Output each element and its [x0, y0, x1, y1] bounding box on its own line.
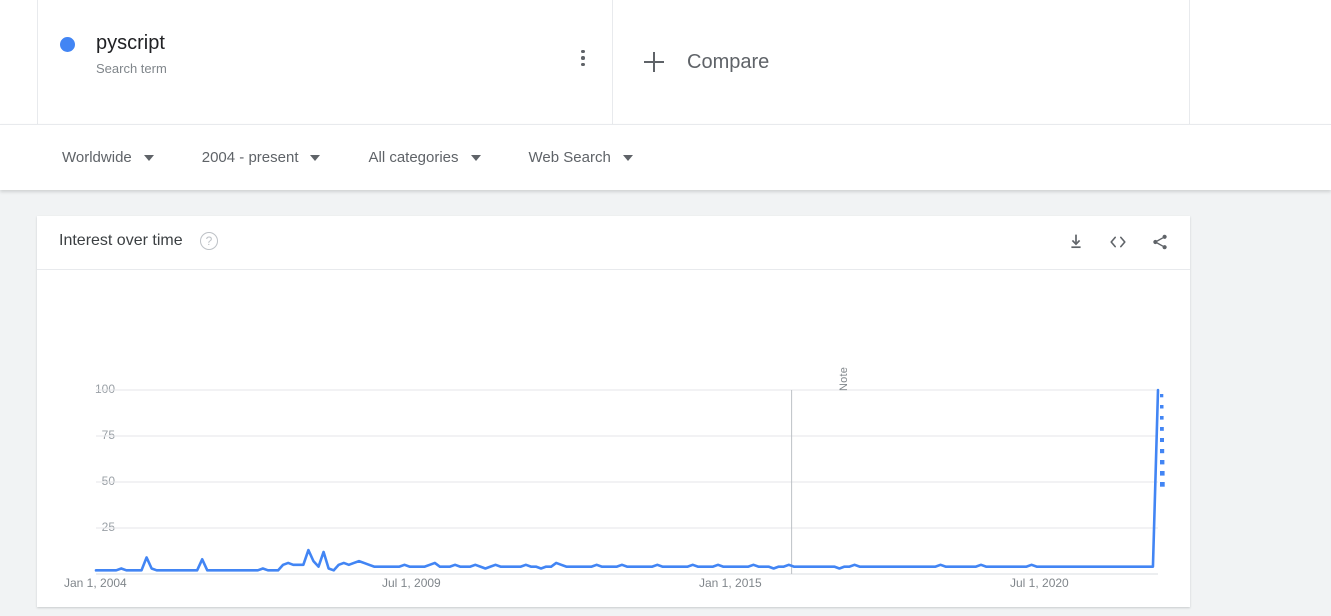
filter-search-type-label: Web Search	[528, 149, 611, 166]
search-term-texts: pyscript Search term	[96, 30, 167, 79]
search-term-name: pyscript	[96, 32, 165, 54]
interest-over-time-card: Interest over time ? 100 75 50 25 Note J…	[37, 216, 1190, 607]
filter-search-type[interactable]: Web Search	[529, 149, 633, 166]
search-term-content: pyscript Search term	[60, 30, 167, 79]
help-circle-icon[interactable]: ?	[200, 232, 218, 250]
x-tick-label: Jul 1, 2020	[1010, 576, 1069, 590]
filter-location-label: Worldwide	[62, 149, 132, 166]
search-terms-row: pyscript Search term Compare	[0, 0, 1331, 124]
series-color-dot	[60, 37, 75, 52]
filter-time-range[interactable]: 2004 - present	[202, 149, 321, 166]
x-tick-label: Jan 1, 2015	[699, 576, 762, 590]
filter-time-range-label: 2004 - present	[201, 149, 299, 166]
filter-location[interactable]: Worldwide	[62, 149, 154, 166]
add-comparison-button[interactable]: Compare	[614, 0, 1190, 124]
x-tick-label: Jan 1, 2004	[64, 576, 127, 590]
x-tick-label: Jul 1, 2009	[382, 576, 441, 590]
chevron-down-icon	[470, 154, 481, 161]
gridlines	[96, 389, 1158, 575]
partial-data-markers	[1160, 394, 1165, 487]
plus-icon	[642, 50, 666, 74]
chevron-down-icon	[622, 154, 633, 161]
embed-button[interactable]	[1106, 230, 1130, 254]
download-button[interactable]	[1064, 230, 1088, 254]
chevron-down-icon	[310, 154, 321, 161]
card-actions	[1046, 230, 1172, 254]
series-line-pyscript	[94, 388, 1160, 572]
filter-category-label: All categories	[368, 149, 459, 166]
chart-plot-area: 100 75 50 25 Note Jan 1, 2004 Jul 1, 200…	[37, 270, 1190, 607]
filter-bar: Worldwide 2004 - present All categories …	[0, 124, 1331, 190]
page-title: Interest over time	[59, 232, 183, 249]
chevron-down-icon	[143, 154, 154, 161]
interest-over-time-chart	[94, 388, 1165, 575]
filter-category[interactable]: All categories	[368, 149, 481, 166]
note-annotation-label: Note	[838, 366, 850, 391]
search-term-card[interactable]: pyscript Search term	[37, 0, 613, 124]
more-vert-icon[interactable]	[571, 46, 595, 70]
share-button[interactable]	[1148, 230, 1172, 254]
compare-label: Compare	[687, 50, 770, 73]
card-header: Interest over time ?	[37, 216, 1190, 270]
search-term-type: Search term	[96, 61, 167, 76]
